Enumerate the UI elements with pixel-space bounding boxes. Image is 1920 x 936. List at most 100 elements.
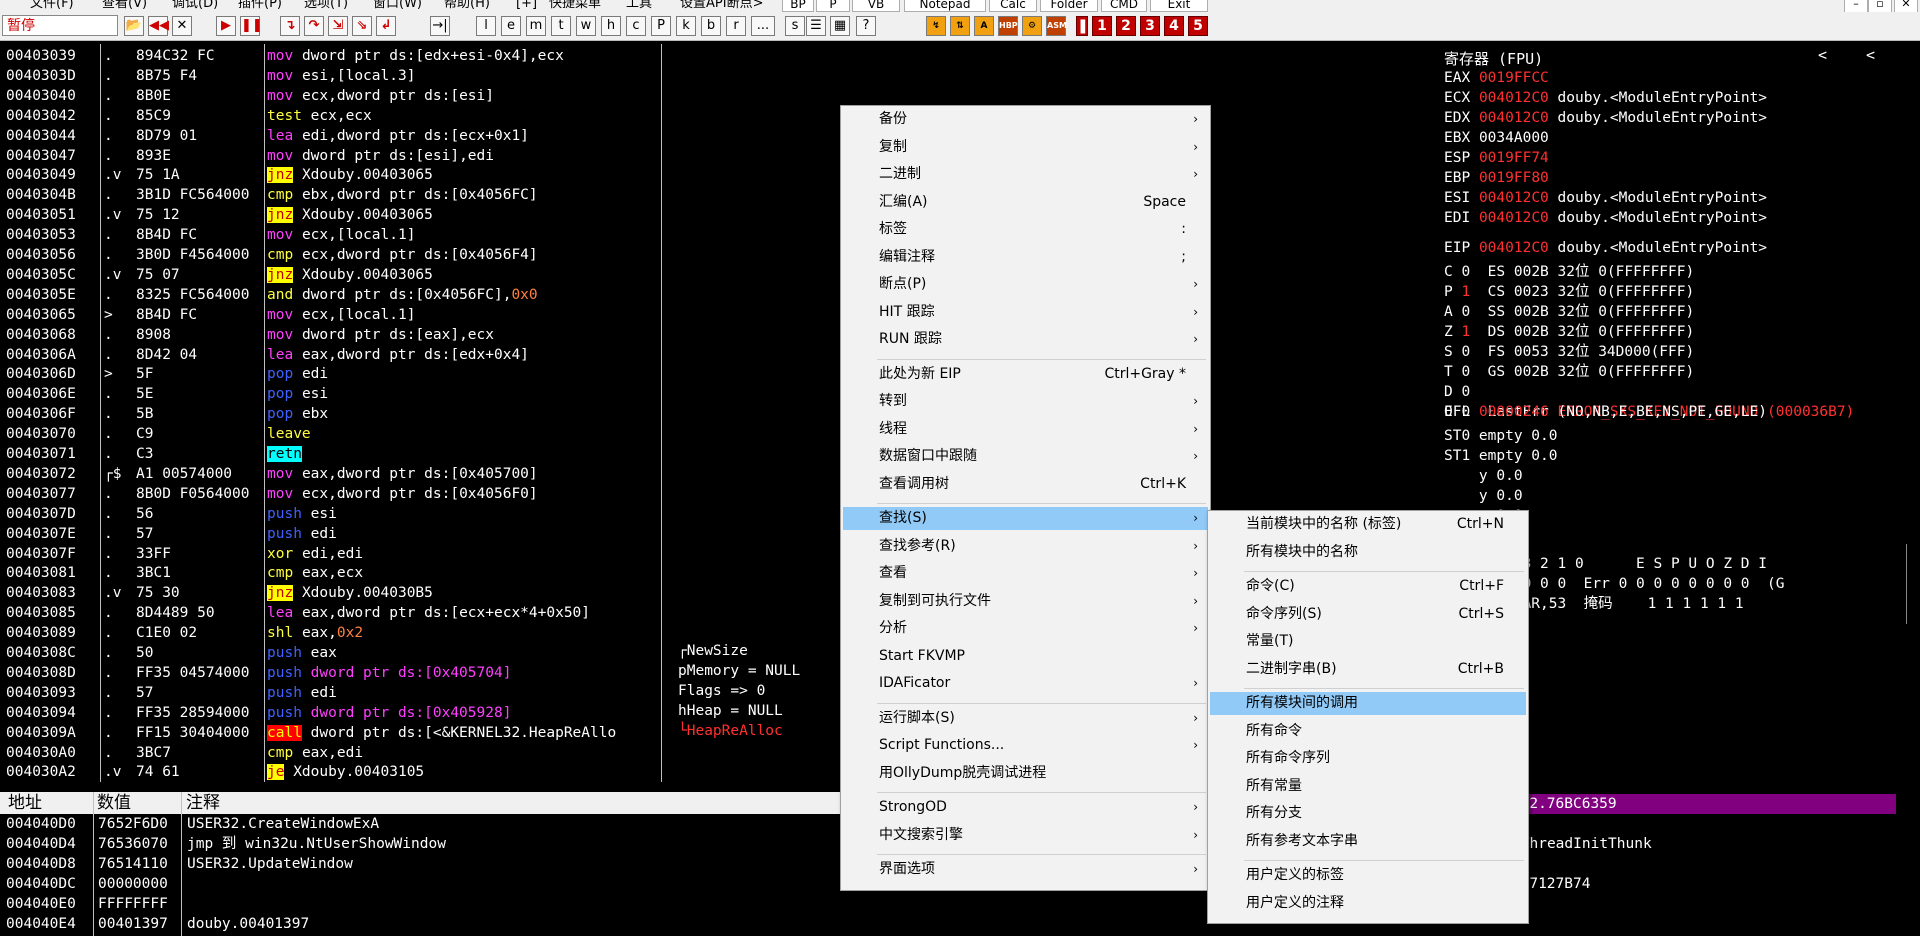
dump-header-comment[interactable]: 注释: [186, 792, 220, 814]
list-icon[interactable]: ☰: [806, 16, 826, 36]
menu-item-10[interactable]: 设置API断点>: [680, 0, 763, 10]
disasm-row[interactable]: 00403040. 8B0E mov ecx,dword ptr ds:[esi]: [0, 86, 1160, 106]
context-menu-item[interactable]: IDAFicator ›: [843, 672, 1208, 695]
registers-prev-arrow-2[interactable]: <: [1866, 46, 1875, 64]
context-menu-item[interactable]: 编辑注释;: [843, 246, 1208, 269]
menubar-button-cmd[interactable]: CMD: [1101, 0, 1147, 12]
submenu-item[interactable]: 用户定义的注释: [1210, 892, 1526, 915]
flag-row[interactable]: T 0 GS 002B 32位 0(FFFFFFFF): [1444, 362, 1694, 382]
fpu-row[interactable]: ST1 empty 0.0: [1444, 446, 1558, 466]
context-menu-item[interactable]: 转到 ›: [843, 390, 1208, 413]
context-menu-item[interactable]: 断点(P) ›: [843, 273, 1208, 296]
restore-button[interactable]: ▫: [1868, 0, 1892, 12]
register-row[interactable]: ESI 004012C0 douby.<ModuleEntryPoint>: [1444, 188, 1767, 208]
submenu-item[interactable]: 二进制字串(B) Ctrl+B: [1210, 658, 1526, 681]
fpu-row[interactable]: y 0.0: [1444, 486, 1523, 506]
disasm-row[interactable]: 0040303D. 8B75 F4 mov esi,[local.3]: [0, 66, 1160, 86]
flag-row[interactable]: A 0 SS 002B 32位 0(FFFFFFFF): [1444, 302, 1694, 322]
toolbar-window-s[interactable]: s: [785, 16, 805, 36]
toolbar-window-more[interactable]: ...: [751, 16, 775, 36]
context-menu-item[interactable]: 分析 ›: [843, 617, 1208, 640]
plugin-icon-2[interactable]: ⇅: [950, 16, 970, 36]
disasm-row[interactable]: 00403039. 894C32 FC mov dword ptr ds:[edx+…: [0, 46, 1160, 66]
registers-scrollbar[interactable]: [1906, 544, 1917, 624]
toolbar-window-t[interactable]: t: [551, 16, 571, 36]
register-row[interactable]: EBX 0034A000: [1444, 128, 1558, 148]
register-row[interactable]: EDX 004012C0 douby.<ModuleEntryPoint>: [1444, 108, 1767, 128]
toolbar-window-b[interactable]: b: [701, 16, 721, 36]
help-icon[interactable]: ?: [856, 16, 876, 36]
context-menu-item[interactable]: 运行脚本(S) ›: [843, 707, 1208, 730]
context-menu-item[interactable]: RUN 跟踪 ›: [843, 328, 1208, 351]
context-menu-item[interactable]: Start FKVMP: [843, 645, 1208, 668]
menubar-button-calc[interactable]: Calc: [989, 0, 1037, 12]
submenu-item[interactable]: 用户定义的标签: [1210, 864, 1526, 887]
trace-into-icon[interactable]: ⇲: [328, 16, 348, 36]
open-icon[interactable]: 📂: [124, 16, 144, 36]
context-menu-item[interactable]: 中文搜索引擎 ›: [843, 824, 1208, 847]
context-menu-item[interactable]: HIT 跟踪 ›: [843, 301, 1208, 324]
context-menu-item[interactable]: 界面选项 ›: [843, 858, 1208, 881]
context-menu-item[interactable]: 查看调用树 Ctrl+K: [843, 473, 1208, 496]
register-row-eip[interactable]: EIP 004012C0 douby.<ModuleEntryPoint>: [1444, 238, 1767, 258]
submenu-item[interactable]: 命令(C) Ctrl+F: [1210, 575, 1526, 598]
toolbar-number-2[interactable]: 2: [1116, 16, 1136, 36]
context-menu-item[interactable]: 复制 ›: [843, 136, 1208, 159]
context-menu-item[interactable]: 标签:: [843, 218, 1208, 241]
menu-item-0[interactable]: 文件(F): [30, 0, 74, 10]
submenu-item[interactable]: 所有命令序列: [1210, 747, 1526, 770]
flag-row[interactable]: C 0 ES 002B 32位 0(FFFFFFFF): [1444, 262, 1694, 282]
submenu-item[interactable]: 所有模块间的调用: [1210, 692, 1526, 715]
minimize-button[interactable]: –: [1844, 0, 1868, 12]
trace-over-icon[interactable]: ⇘: [352, 16, 372, 36]
menu-item-7[interactable]: [+]: [516, 0, 537, 10]
goto-icon[interactable]: →|: [430, 16, 450, 36]
menubar-button-folder[interactable]: Folder: [1040, 0, 1098, 12]
pause-icon[interactable]: ❚❚: [240, 16, 263, 36]
dump-row[interactable]: 004040E4 00401397 douby.00401397: [0, 914, 1306, 934]
flag-row[interactable]: Z 1 DS 002B 32位 0(FFFFFFFF): [1444, 322, 1694, 342]
submenu-item[interactable]: 所有分支: [1210, 802, 1526, 825]
register-row[interactable]: EAX 0019FFCC: [1444, 68, 1558, 88]
dump-header-address[interactable]: 地址: [8, 792, 42, 814]
menu-item-3[interactable]: 插件(P): [238, 0, 282, 10]
toolbar-window-P[interactable]: P: [651, 16, 671, 36]
toolbar-window-r[interactable]: r: [726, 16, 746, 36]
context-menu-item[interactable]: 查找参考(R) ›: [843, 535, 1208, 558]
toolbar-window-k[interactable]: k: [676, 16, 696, 36]
asm-button[interactable]: ASM: [1046, 16, 1067, 36]
register-row-efl[interactable]: EFL 00000246 (NO,NB,E,BE,NS,PE,GE,LE): [1444, 402, 1767, 422]
register-row[interactable]: ESP 0019FF74: [1444, 148, 1558, 168]
toolbar-window-e[interactable]: e: [501, 16, 521, 36]
close-process-icon[interactable]: ✕: [172, 16, 192, 36]
menu-item-4[interactable]: 选项(T): [304, 0, 348, 10]
run-icon[interactable]: ▶: [216, 16, 236, 36]
context-menu-item[interactable]: 查看 ›: [843, 562, 1208, 585]
submenu-item[interactable]: 所有常量: [1210, 775, 1526, 798]
menu-item-5[interactable]: 窗口(W): [373, 0, 422, 10]
step-into-icon[interactable]: ↴: [280, 16, 300, 36]
plugin-icon-3[interactable]: A: [974, 16, 994, 36]
fpu-row[interactable]: ST0 empty 0.0: [1444, 426, 1558, 446]
context-menu-item[interactable]: 查找(S) ›: [843, 507, 1208, 530]
register-row[interactable]: EBP 0019FF80: [1444, 168, 1558, 188]
menubar-button-bp[interactable]: BP: [782, 0, 814, 12]
menu-item-6[interactable]: 帮助(H): [444, 0, 490, 10]
submenu-item[interactable]: 所有命令: [1210, 720, 1526, 743]
context-menu-item[interactable]: 备份 ›: [843, 108, 1208, 131]
execute-till-return-icon[interactable]: ↲: [376, 16, 396, 36]
plugin-icon-1[interactable]: ↯: [926, 16, 946, 36]
toolbar-window-l[interactable]: l: [476, 16, 496, 36]
fpu-row[interactable]: y 0.0: [1444, 466, 1523, 486]
flag-row[interactable]: P 1 CS 0023 32位 0(FFFFFFFF): [1444, 282, 1694, 302]
context-menu-item[interactable]: 复制到可执行文件 ›: [843, 590, 1208, 613]
toolbar-window-m[interactable]: m: [526, 16, 546, 36]
toolbar-window-h[interactable]: h: [601, 16, 621, 36]
context-menu-item[interactable]: 汇编(A) Space: [843, 191, 1208, 214]
context-menu-item[interactable]: 用OllyDump脱壳调试进程: [843, 762, 1208, 785]
toolbar-number-5[interactable]: 5: [1188, 16, 1208, 36]
submenu-item[interactable]: 所有参考文本字串: [1210, 830, 1526, 853]
grid-icon[interactable]: ▦: [830, 16, 850, 36]
dump-header-value[interactable]: 数值: [97, 792, 131, 814]
toolbar-window-c[interactable]: c: [626, 16, 646, 36]
